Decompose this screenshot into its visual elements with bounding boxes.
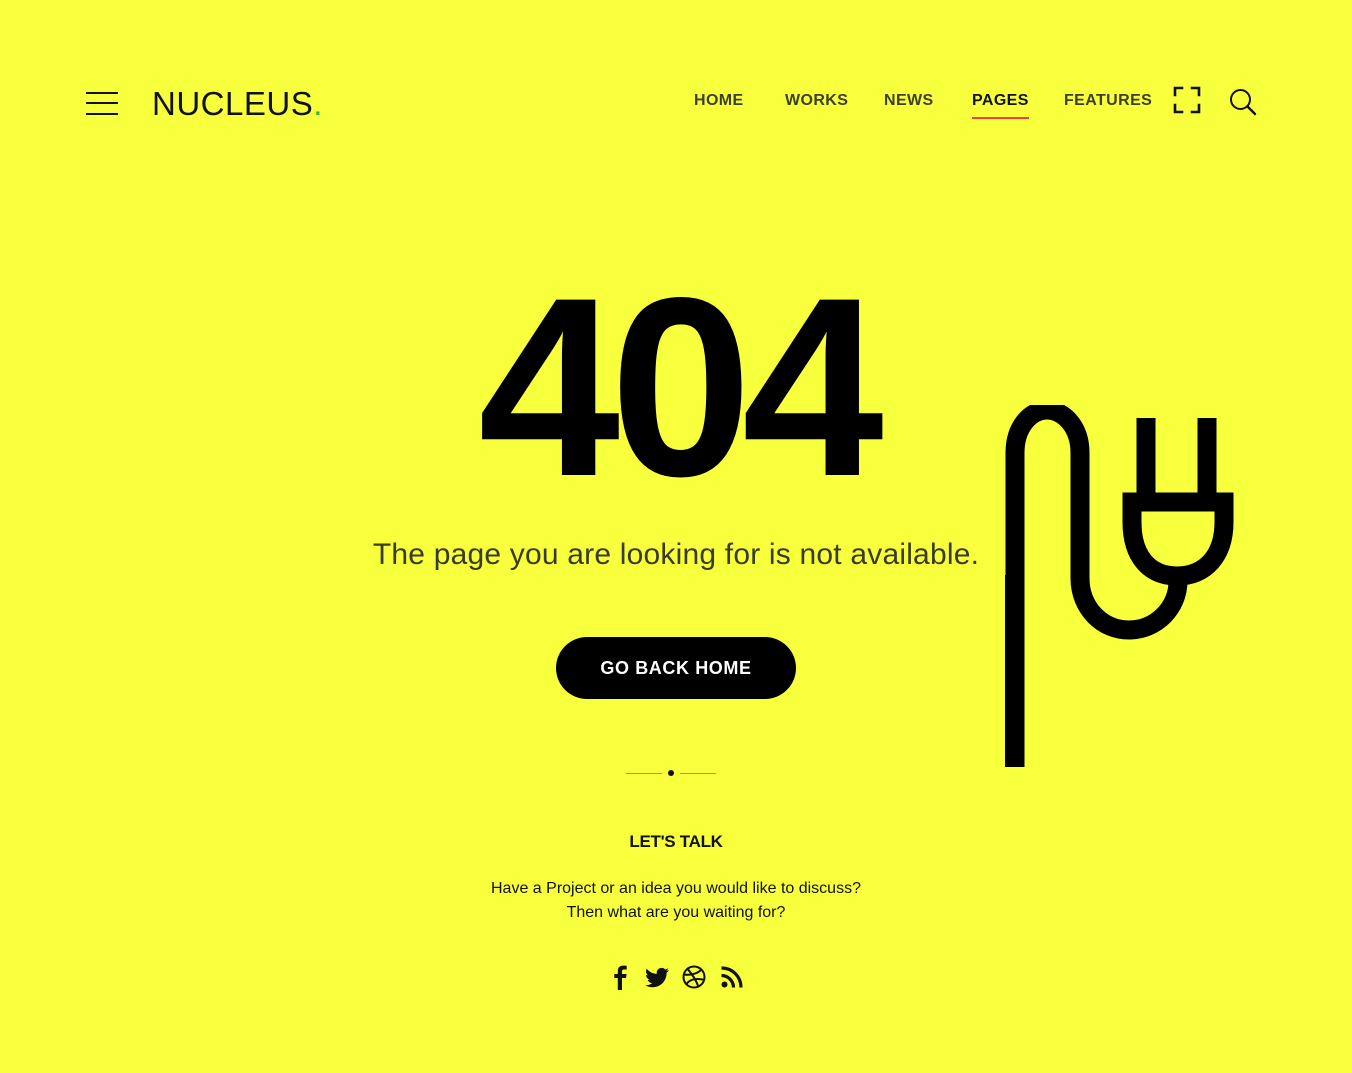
search-icon[interactable] (1229, 88, 1257, 116)
menu-icon-line (86, 113, 118, 115)
nav-item-news[interactable]: NEWS (884, 92, 934, 110)
lets-talk-line-1: Have a Project or an idea you would like… (491, 880, 861, 897)
section-divider (626, 770, 716, 778)
plug-icon (1005, 405, 1234, 767)
lets-talk-line-2: Then what are you waiting for? (566, 904, 786, 921)
fullscreen-icon-graphic (1173, 86, 1201, 114)
twitter-icon-graphic (645, 967, 669, 988)
rss-icon[interactable] (717, 962, 747, 992)
logo-text: NUCLEUS (152, 85, 314, 122)
lets-talk-text: Have a Project or an idea you would like… (0, 877, 1352, 925)
nav-item-features[interactable]: FEATURES (1064, 92, 1152, 110)
search-icon-graphic (1230, 89, 1257, 116)
menu-icon-line (86, 102, 118, 104)
dribbble-icon[interactable] (679, 962, 709, 992)
nav-item-works[interactable]: WORKS (785, 92, 848, 110)
twitter-icon[interactable] (642, 962, 672, 992)
fullscreen-icon[interactable] (1173, 86, 1201, 114)
nav-item-home[interactable]: HOME (694, 92, 744, 110)
logo-dot: . (313, 85, 323, 122)
go-back-home-button[interactable]: GO BACK HOME (556, 637, 796, 699)
social-links (605, 962, 750, 992)
nav-item-pages[interactable]: PAGES (972, 92, 1029, 119)
divider-line-left (626, 773, 662, 774)
menu-icon-line (86, 92, 118, 94)
lets-talk-title: LET'S TALK (629, 832, 723, 851)
facebook-icon-graphic (614, 965, 627, 990)
dribbble-icon-graphic (682, 965, 706, 989)
rss-icon-graphic (721, 966, 743, 988)
divider-line-right (680, 773, 716, 774)
error-message: The page you are looking for is not avai… (372, 538, 980, 571)
divider-dot (668, 770, 674, 776)
menu-icon[interactable] (86, 90, 118, 116)
facebook-icon[interactable] (605, 962, 635, 992)
site-logo[interactable]: NUCLEUS. (152, 84, 323, 124)
